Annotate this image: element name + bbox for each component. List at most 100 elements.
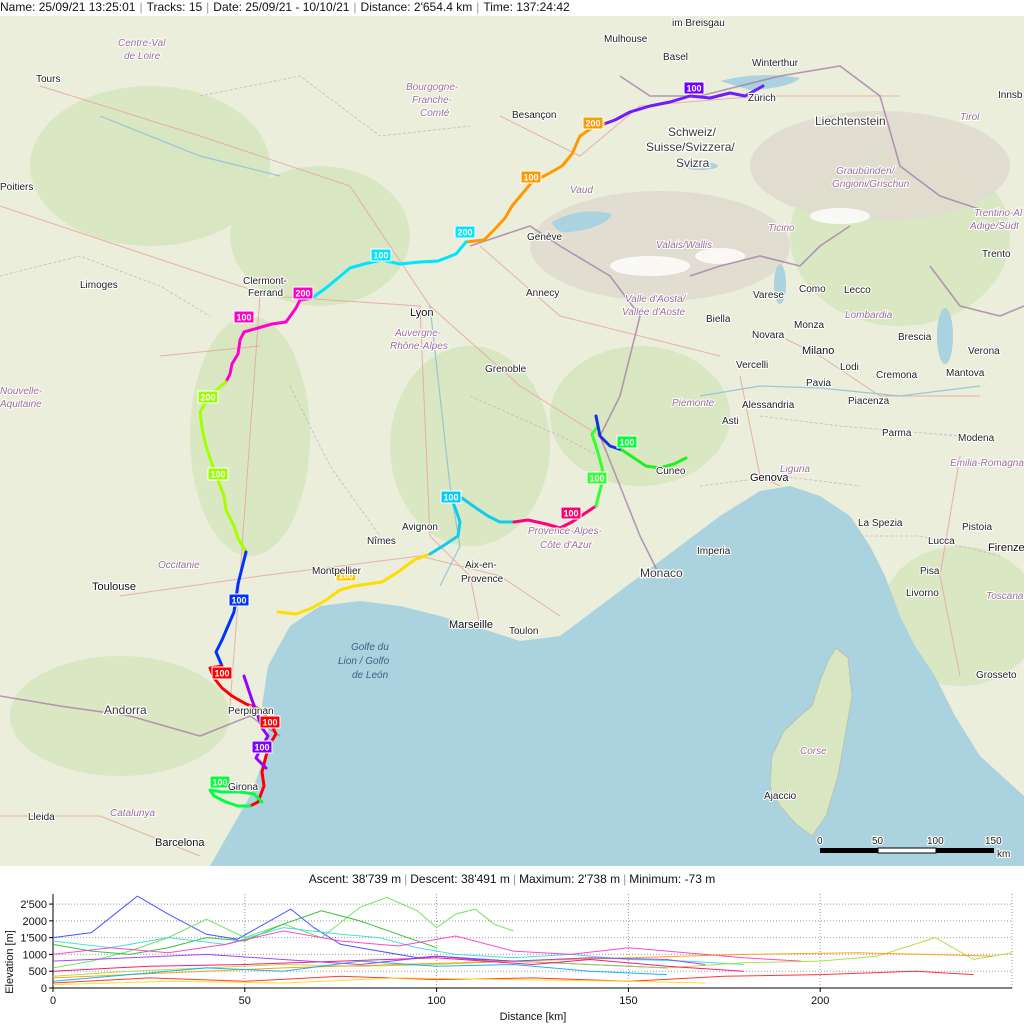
distance-marker-label: 100 bbox=[231, 596, 246, 606]
city-label: Varese bbox=[753, 290, 784, 301]
city-label: Ajaccio bbox=[764, 791, 797, 802]
city-label: Limoges bbox=[80, 280, 118, 291]
y-tick-label: 0 bbox=[41, 983, 47, 995]
region-label: Liguria bbox=[780, 464, 810, 475]
city-label: Lyon bbox=[410, 307, 433, 319]
region-label: Tirol bbox=[960, 112, 980, 123]
distance-marker-label: 100 bbox=[619, 438, 634, 448]
distance-marker-label: 200 bbox=[200, 393, 215, 403]
ascent-value: 38'739 m bbox=[352, 872, 402, 886]
region-label: Lombardia bbox=[845, 310, 893, 321]
scale-label: 0 bbox=[817, 836, 823, 847]
city-label: La Spezia bbox=[858, 518, 903, 529]
scale-label: 50 bbox=[872, 836, 884, 847]
elevation-chart: Elevation [m] Distance [km] 0 50 100 150 200… bbox=[4, 894, 1013, 1023]
distance-marker: 200 bbox=[292, 286, 314, 300]
y-tick-label: 500 bbox=[29, 966, 47, 978]
elevation-panel: Ascent: 38'739 m | Descent: 38'491 m | Maxim… bbox=[0, 866, 1024, 1024]
y-tick-label: 1'500 bbox=[20, 933, 47, 945]
distance-marker-label: 200 bbox=[295, 289, 310, 299]
distance-marker: 200 bbox=[197, 390, 219, 404]
y-tick-label: 1000 bbox=[23, 949, 47, 961]
region-label: Trentino-Al bbox=[974, 208, 1023, 219]
region-label: Valais/Wallis bbox=[656, 240, 712, 251]
x-tick-label: 150 bbox=[619, 995, 637, 1007]
distance-marker: 200 bbox=[454, 225, 476, 239]
distance-marker: 100 bbox=[259, 715, 281, 729]
city-label: Lucca bbox=[928, 536, 955, 547]
region-label: Auvergne- bbox=[394, 328, 442, 339]
city-label: Annecy bbox=[526, 288, 559, 299]
city-label: Lecco bbox=[844, 285, 871, 296]
distance-marker-label: 100 bbox=[563, 509, 578, 519]
region-label: Catalunya bbox=[110, 808, 155, 819]
region-label: Côte d'Azur bbox=[540, 540, 593, 551]
region-label: Toscana bbox=[986, 591, 1024, 602]
svg-text:Lion / Golfo: Lion / Golfo bbox=[338, 656, 390, 667]
region-label: Valle d'Aosta/ bbox=[625, 294, 687, 305]
max-value: 2'738 m bbox=[577, 872, 621, 886]
distance-marker-label: 200 bbox=[457, 228, 472, 238]
city-label: Tours bbox=[36, 74, 60, 85]
city-label: Mulhouse bbox=[604, 34, 648, 45]
descent-label: Descent: bbox=[410, 872, 458, 886]
city-label: Piacenza bbox=[848, 396, 890, 407]
distance-marker: 100 bbox=[211, 666, 233, 680]
distance-marker: 100 bbox=[251, 740, 273, 754]
svg-text:Golfe du: Golfe du bbox=[351, 642, 389, 653]
elevation-stats: Ascent: 38'739 m | Descent: 38'491 m | Maxim… bbox=[308, 872, 716, 886]
track-name: 25/09/21 13:25:01 bbox=[38, 0, 136, 14]
city-label: Genève bbox=[527, 232, 562, 243]
y-tick-label: 2000 bbox=[23, 916, 47, 928]
y-tick-label: 2'500 bbox=[20, 899, 47, 911]
city-label: Biella bbox=[706, 314, 731, 325]
region-label: Provence-Alpes- bbox=[528, 526, 603, 537]
distance-marker: 100 bbox=[440, 490, 462, 504]
x-tick-label: 200 bbox=[811, 995, 829, 1007]
ascent-label: Ascent: bbox=[308, 872, 349, 886]
city-label: Novara bbox=[752, 330, 785, 341]
region-label: Corse bbox=[800, 746, 827, 757]
city-label: Milano bbox=[802, 345, 834, 357]
distance-marker: 100 bbox=[520, 170, 542, 184]
city-label: im Breisgau bbox=[672, 18, 725, 29]
city-label: Modena bbox=[958, 433, 995, 444]
city-label: Imperia bbox=[697, 546, 731, 557]
city-label: Pavia bbox=[806, 378, 831, 389]
region-label: Rhône-Alpes bbox=[390, 341, 448, 352]
city-label: Livorno bbox=[906, 588, 939, 599]
distance-marker: 100 bbox=[616, 435, 638, 449]
city-label: Perpignan bbox=[228, 706, 274, 717]
x-tick-label: 100 bbox=[427, 995, 445, 1007]
distance-marker-label: 100 bbox=[443, 493, 458, 503]
city-label: Grenoble bbox=[485, 364, 527, 375]
city-label: Zürich bbox=[748, 93, 776, 104]
city-label: Winterthur bbox=[752, 58, 799, 69]
distance-marker-label: 100 bbox=[210, 470, 225, 480]
map-view[interactable]: 100 200 100 200 100 200 100 200 100 100 100 100 100 1… bbox=[0, 16, 1024, 866]
region-label: Vaud bbox=[570, 185, 593, 196]
city-label: Asti bbox=[722, 416, 739, 427]
total-distance: 2'654.4 km bbox=[413, 0, 473, 14]
city-label: Girona bbox=[228, 782, 258, 793]
city-label: Verona bbox=[968, 346, 1000, 357]
distance-marker: 100 bbox=[683, 81, 705, 95]
distance-marker-label: 100 bbox=[262, 718, 277, 728]
distance-marker: 100 bbox=[207, 467, 229, 481]
city-label: Toulon bbox=[509, 626, 538, 637]
min-value: -73 m bbox=[684, 872, 716, 886]
distance-label: Distance: bbox=[360, 0, 411, 14]
elevation-series-line bbox=[52, 977, 706, 986]
distance-marker-label: 100 bbox=[212, 778, 227, 788]
city-label: Mantova bbox=[946, 368, 985, 379]
city-label: Trento bbox=[982, 249, 1011, 260]
time-label: Time: bbox=[483, 0, 513, 14]
distance-marker-label: 100 bbox=[373, 251, 388, 261]
map-canvas[interactable]: 100 200 100 200 100 200 100 200 100 100 100 100 100 1… bbox=[0, 16, 1024, 866]
distance-marker-label: 100 bbox=[236, 313, 251, 323]
distance-marker-label: 100 bbox=[214, 669, 229, 679]
distance-marker-label: 100 bbox=[589, 474, 604, 484]
city-label: Firenze bbox=[988, 542, 1024, 554]
distance-marker-label: 100 bbox=[523, 173, 538, 183]
city-label: Parma bbox=[882, 428, 912, 439]
